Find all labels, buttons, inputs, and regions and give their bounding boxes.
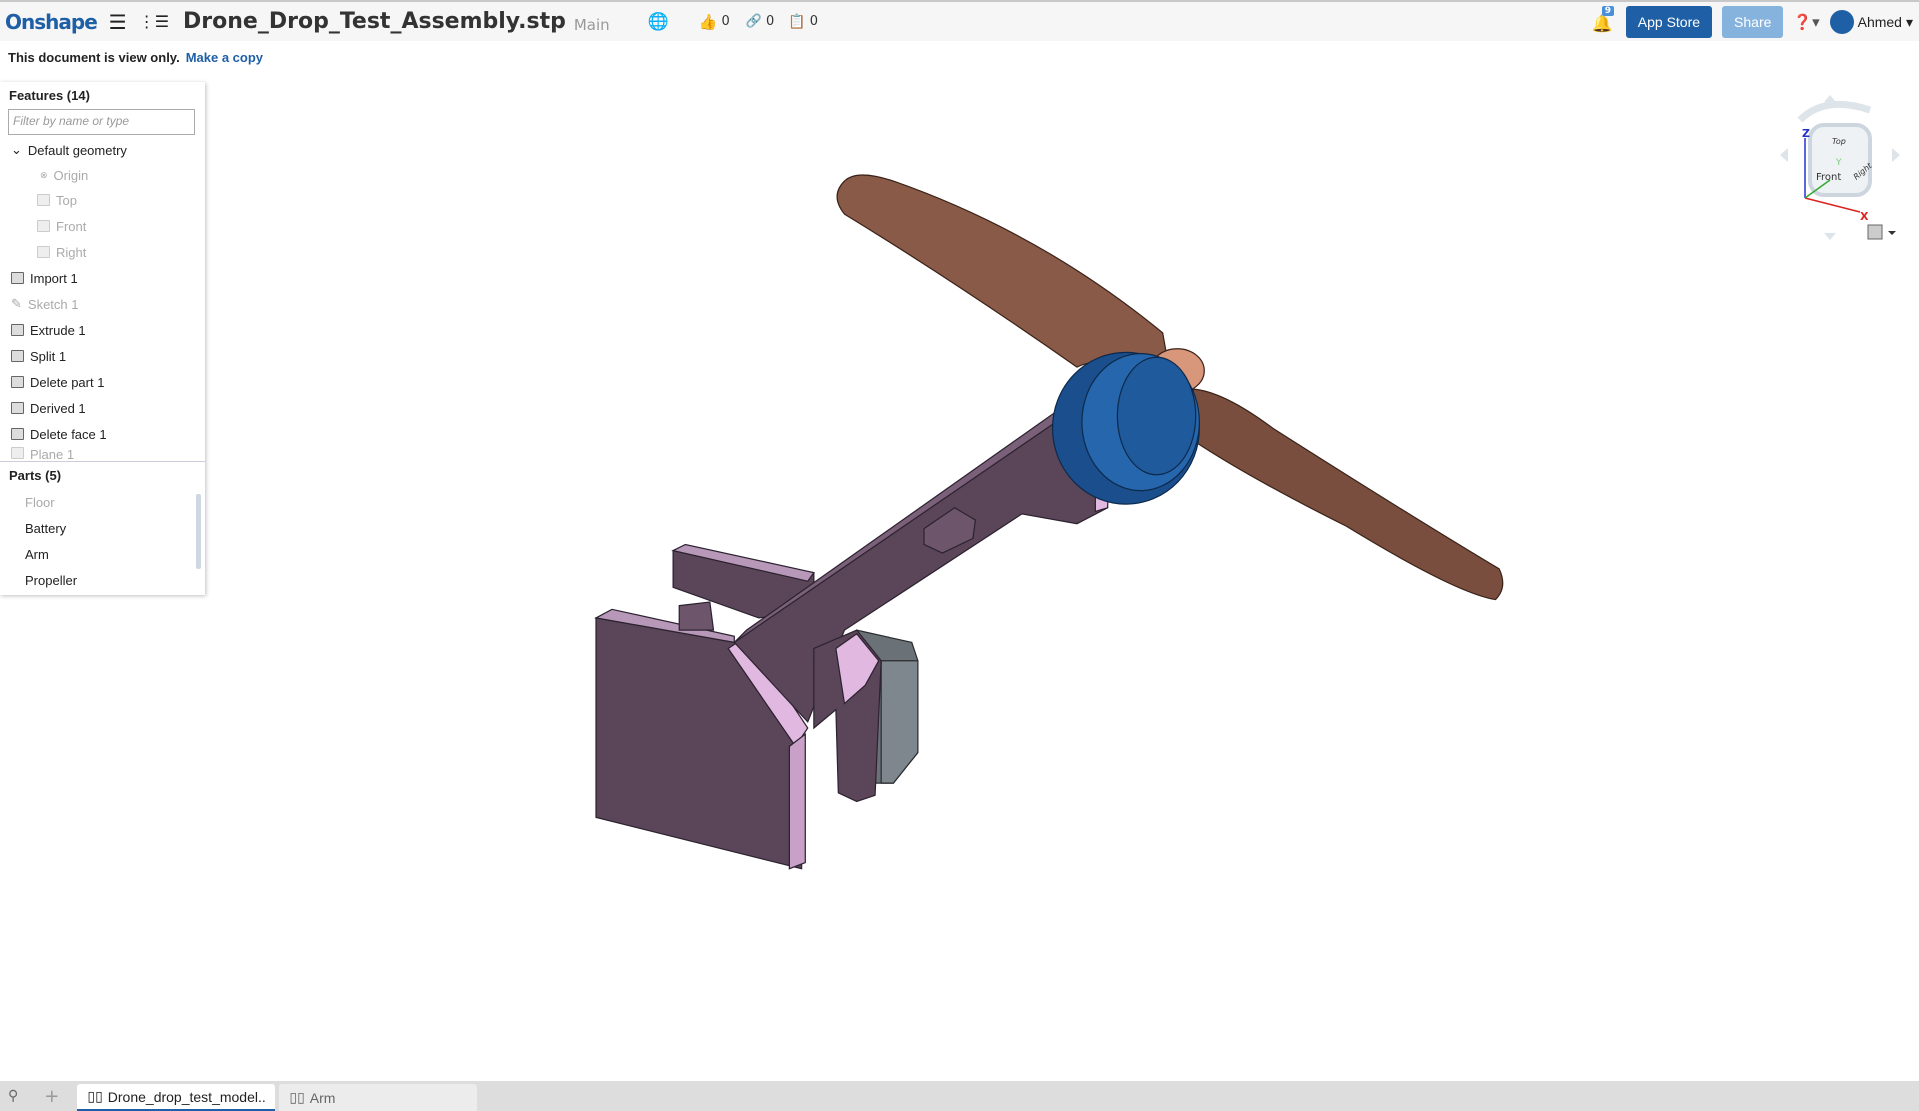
- part-floor[interactable]: Floor: [0, 489, 205, 515]
- app-store-button[interactable]: App Store: [1625, 6, 1713, 38]
- user-name: Ahmed: [1857, 14, 1902, 30]
- notifications-button[interactable]: 🔔 9: [1591, 6, 1616, 36]
- features-title: Features (14): [9, 88, 90, 103]
- import-icon: [11, 272, 24, 284]
- feature-panel: Features (14) Filter by name or type ⌄ De…: [0, 82, 205, 595]
- cube-top-label[interactable]: Top: [1832, 137, 1846, 146]
- split-icon: [11, 350, 24, 362]
- origin-icon: ⊗: [40, 169, 48, 180]
- bell-icon: 🔔: [1591, 14, 1613, 34]
- display-mode-icon[interactable]: [1867, 224, 1883, 240]
- axis-x-label: X: [1860, 210, 1869, 223]
- help-button[interactable]: ❓▾: [1793, 13, 1819, 31]
- tab-manager-icon[interactable]: ⚲: [8, 1088, 18, 1104]
- plane-icon: [37, 246, 50, 258]
- part-arm[interactable]: Arm: [0, 541, 205, 567]
- group-label: Default geometry: [27, 142, 127, 158]
- tab-arm[interactable]: ▯▯ Arm: [279, 1084, 478, 1111]
- add-tab-icon[interactable]: +: [44, 1086, 59, 1107]
- avatar-icon: [1829, 10, 1854, 34]
- plane-icon: [37, 220, 50, 232]
- view-cube[interactable]: Z X Y Top Front Right: [1770, 90, 1910, 250]
- menu-icon[interactable]: ☰: [109, 10, 127, 34]
- top-bar: Onshape ☰ ⋮☰ Drone_Drop_Test_Assembly.st…: [0, 0, 1919, 41]
- battery-part[interactable]: [856, 629, 919, 784]
- feature-label: Sketch 1: [27, 296, 79, 312]
- feature-label: Split 1: [30, 348, 67, 364]
- floor-part[interactable]: [594, 608, 809, 870]
- sketch-icon: ✎: [11, 296, 22, 311]
- feature-label: Front: [56, 218, 87, 234]
- axis-z-label: Z: [1802, 127, 1810, 140]
- tab-bar: ⚲ + ▯▯ Drone_drop_test_model.. ▯▯ Arm: [0, 1081, 1919, 1111]
- part-studio-icon: ▯▯: [289, 1089, 305, 1105]
- part-battery[interactable]: Battery: [0, 515, 205, 541]
- feature-top-plane[interactable]: Top: [0, 187, 205, 213]
- propeller-part[interactable]: [836, 174, 1504, 601]
- like-count: 0: [721, 14, 730, 29]
- delete-face-icon: [11, 428, 24, 440]
- share-button[interactable]: Share: [1722, 6, 1784, 38]
- feature-label: Origin: [53, 167, 89, 183]
- default-geometry-group[interactable]: ⌄ Default geometry: [0, 137, 205, 163]
- extrude-icon: [11, 324, 24, 336]
- feature-label: Delete face 1: [30, 426, 107, 442]
- tab-label: Arm: [309, 1089, 336, 1106]
- link-icon[interactable]: 🔗: [746, 14, 762, 29]
- arm-part[interactable]: [671, 403, 1112, 803]
- feature-sketch-1[interactable]: ✎ Sketch 1: [0, 291, 205, 317]
- view-only-banner: This document is view only. Make a copy: [8, 50, 263, 65]
- user-menu[interactable]: Ahmed ▾: [1829, 10, 1913, 34]
- feature-derived-1[interactable]: Derived 1: [0, 395, 205, 421]
- part-studio-icon: ▯▯: [87, 1088, 103, 1104]
- view-only-text: This document is view only.: [8, 50, 180, 65]
- help-icon: ❓: [1793, 13, 1813, 31]
- feature-label: Top: [56, 192, 77, 208]
- like-icon[interactable]: 👍: [699, 13, 718, 31]
- part-propeller[interactable]: Propeller: [0, 567, 205, 593]
- delete-part-icon: [11, 376, 24, 388]
- feature-delete-face-1[interactable]: Delete face 1: [0, 421, 205, 447]
- tab-part-studio[interactable]: ▯▯ Drone_drop_test_model..: [77, 1084, 276, 1111]
- parts-list: Parts (5) Floor Battery Arm Propeller: [0, 461, 205, 593]
- feature-label: Right: [56, 244, 87, 260]
- feature-front-plane[interactable]: Front: [0, 213, 205, 239]
- make-a-copy-link[interactable]: Make a copy: [186, 50, 263, 65]
- axis-y-label: Y: [1835, 158, 1842, 168]
- feature-right-plane[interactable]: Right: [0, 239, 205, 265]
- feature-extrude-1[interactable]: Extrude 1: [0, 317, 205, 343]
- feature-label: Plane 1: [30, 447, 75, 459]
- notification-badge: 9: [1601, 6, 1615, 16]
- 3d-viewport[interactable]: [0, 0, 1919, 1111]
- onshape-logo[interactable]: Onshape: [5, 10, 98, 34]
- feature-label: Extrude 1: [30, 322, 86, 338]
- feature-label: Delete part 1: [30, 374, 105, 390]
- feature-list-icon[interactable]: ⋮☰: [139, 12, 169, 31]
- globe-icon[interactable]: 🌐: [648, 12, 669, 32]
- feature-filter-input[interactable]: Filter by name or type: [8, 109, 195, 135]
- copy-count: 0: [809, 14, 818, 29]
- feature-delete-part-1[interactable]: Delete part 1: [0, 369, 205, 395]
- chevron-down-icon: ⌄: [11, 142, 22, 157]
- copy-icon[interactable]: 📋: [788, 14, 805, 30]
- tab-label: Drone_drop_test_model..: [107, 1088, 266, 1105]
- branch-label[interactable]: Main: [574, 16, 610, 34]
- feature-label: Import 1: [30, 270, 78, 286]
- plane-icon: [37, 194, 50, 206]
- plane-icon: [11, 447, 24, 459]
- feature-label: Derived 1: [30, 400, 86, 416]
- document-title[interactable]: Drone_Drop_Test_Assembly.stp: [183, 9, 566, 34]
- derived-icon: [11, 402, 24, 414]
- parts-scrollbar[interactable]: [196, 494, 201, 569]
- feature-origin[interactable]: ⊗ Origin: [0, 163, 205, 187]
- link-count: 0: [765, 14, 775, 29]
- feature-import-1[interactable]: Import 1: [0, 265, 205, 291]
- cube-front-label[interactable]: Front: [1816, 172, 1841, 183]
- feature-plane-1[interactable]: Plane 1: [0, 447, 205, 459]
- parts-title: Parts (5): [9, 468, 62, 483]
- motor-part[interactable]: [1051, 351, 1200, 505]
- feature-split-1[interactable]: Split 1: [0, 343, 205, 369]
